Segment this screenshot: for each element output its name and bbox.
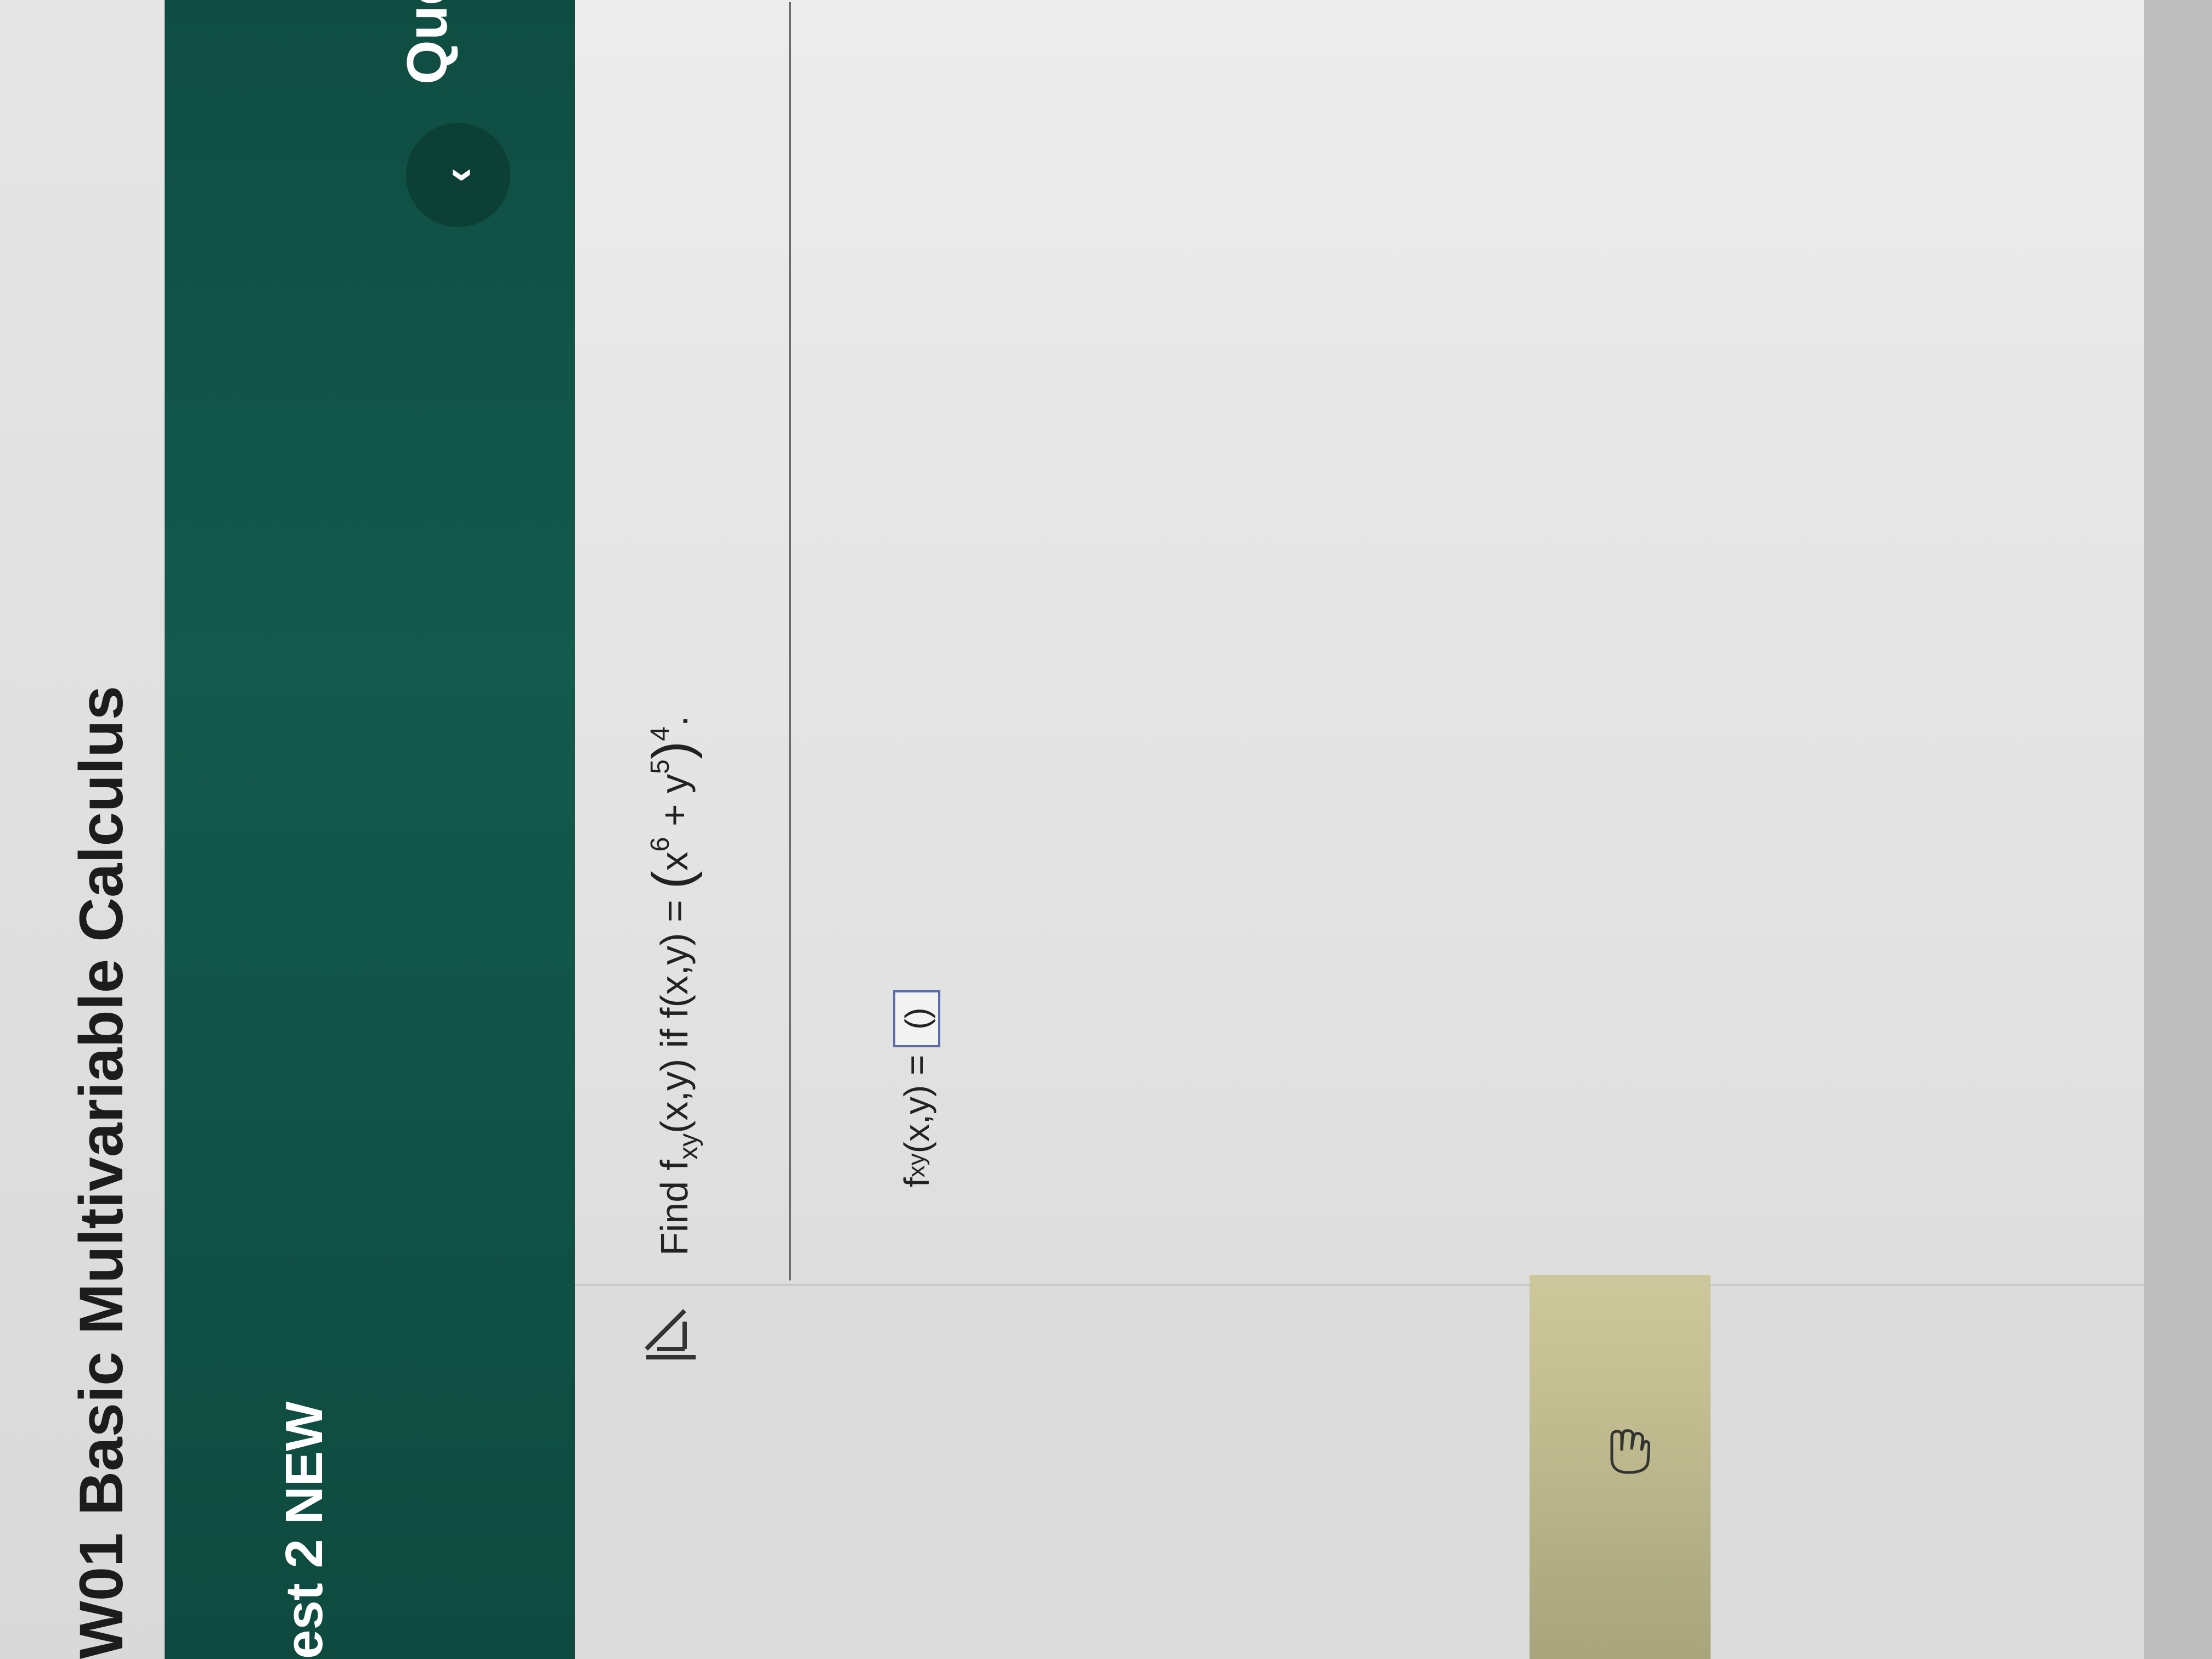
question-subscript: xy <box>674 1133 703 1160</box>
question-x-base: x <box>653 851 696 871</box>
question-mid: (x,y) if f(x,y) = <box>653 889 696 1133</box>
question-text: Find fxy(x,y) if f(x,y) = (x6 + y5)4. <box>641 716 704 1256</box>
screen-bezel <box>2144 0 2212 1659</box>
course-bar: W01 Basic Multivariable Calculus <box>0 0 165 1659</box>
question-outer-exponent: 4 <box>646 726 675 741</box>
question-x-exponent: 6 <box>646 837 675 852</box>
help-panel[interactable] <box>1530 1275 1711 1659</box>
answer-label-f: f <box>897 1177 936 1187</box>
question-sidebar <box>575 1275 2144 1659</box>
question-plus-y: + y <box>653 774 696 837</box>
question-open-paren: ( <box>641 871 703 889</box>
app-screen: W01 Basic Multivariable Calculus est 2 N… <box>0 0 2212 1659</box>
question-y-exponent: 5 <box>646 759 675 774</box>
course-title: W01 Basic Multivariable Calculus <box>67 686 136 1659</box>
question-label: Quest <box>396 0 459 84</box>
answer-input[interactable]: () <box>893 990 940 1047</box>
divider <box>789 2 791 1280</box>
hand-pointer-icon <box>1610 1429 1650 1474</box>
question-area: Find fxy(x,y) if f(x,y) = (x6 + y5)4. fx… <box>575 0 2212 1659</box>
answer-label-rest: (x,y) = <box>897 1054 936 1154</box>
collapse-icon[interactable] <box>635 1302 707 1363</box>
answer-row: f xy (x,y) = () <box>893 990 940 1187</box>
assignment-header: est 2 NEW ‹ Quest <box>165 0 575 1659</box>
answer-label-subscript: xy <box>903 1153 930 1178</box>
question-end: . <box>653 715 696 727</box>
previous-question-button[interactable]: ‹ <box>406 123 510 227</box>
question-prefix: Find f <box>653 1159 696 1256</box>
question-close-paren: ) <box>641 741 703 760</box>
assignment-title: est 2 NEW <box>275 1401 334 1659</box>
chevron-left-icon: ‹ <box>433 167 482 183</box>
